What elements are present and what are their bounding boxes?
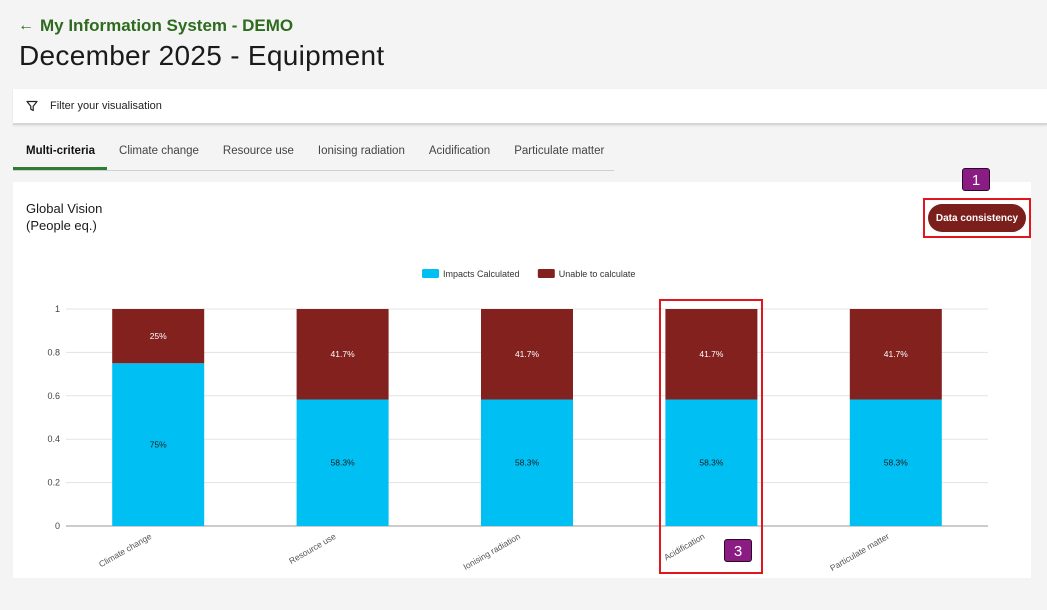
y-tick-label: 0.2 (47, 478, 60, 488)
data-label: 75% (150, 440, 167, 450)
tab-particulate-matter[interactable]: Particulate matter (502, 136, 616, 169)
legend-label: Unable to calculate (559, 269, 636, 279)
x-tick-label: Ionising radiation (461, 531, 522, 572)
legend-label: Impacts Calculated (443, 269, 520, 279)
x-tick-label: Climate change (97, 531, 153, 569)
filter-bar[interactable]: Filter your visualisation (13, 89, 1047, 125)
stacked-bar-chart: 0 0.2 0.4 0.6 0.8 1 Impacts Calculated Unable t… (47, 269, 988, 573)
tab-multi-criteria[interactable]: Multi-criteria (13, 136, 108, 170)
data-label: 41.7% (884, 349, 909, 359)
legend-swatch (537, 269, 555, 278)
data-label: 58.3% (331, 458, 356, 468)
tab-climate-change[interactable]: Climate change (107, 136, 211, 169)
x-tick-label: Acidification (662, 531, 707, 562)
data-label: 25% (150, 331, 167, 341)
tab-resource-use[interactable]: Resource use (211, 136, 306, 169)
data-label: 58.3% (515, 458, 540, 468)
tab-acidification[interactable]: Acidification (417, 136, 502, 169)
data-label: 58.3% (699, 458, 724, 468)
back-link[interactable]: ← My Information System - DEMO (18, 16, 293, 36)
data-label: 41.7% (699, 349, 724, 359)
y-tick-label: 0.6 (47, 391, 60, 401)
legend-swatch (422, 269, 439, 278)
y-tick-label: 0.4 (47, 434, 60, 444)
annotation-badge-3: 3 (724, 539, 752, 562)
chart-card: Global Vision (People eq.) Data consiste… (13, 182, 1031, 578)
chart-tabs: Multi-criteria Climate change Resource u… (13, 136, 614, 171)
y-tick-label: 0.8 (47, 347, 60, 357)
arrow-left-icon: ← (18, 17, 34, 34)
x-tick-label: Particulate matter (828, 531, 891, 573)
y-tick-label: 0 (55, 521, 60, 531)
filter-label: Filter your visualisation (50, 100, 162, 112)
data-label: 41.7% (515, 349, 540, 359)
app-title: My Information System - DEMO (40, 16, 294, 35)
y-tick-label: 1 (55, 304, 60, 314)
tab-ionising-radiation[interactable]: Ionising radiation (306, 136, 417, 169)
page-title: December 2025 - Equipment (19, 40, 385, 71)
x-tick-label: Resource use (287, 531, 338, 566)
data-label: 58.3% (884, 458, 909, 468)
data-label: 41.7% (331, 349, 356, 359)
filter-icon (26, 100, 38, 112)
annotation-badge-1: 1 (962, 168, 990, 191)
